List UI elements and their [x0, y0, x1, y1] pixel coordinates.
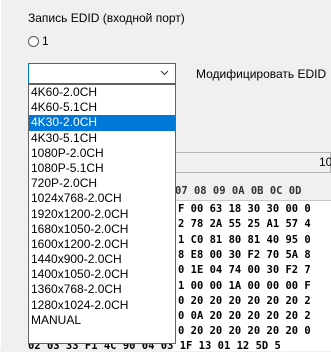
dropdown-option[interactable]: 4K60-5.1CH: [29, 100, 175, 115]
window-edge: [0, 0, 1, 350]
dropdown-option[interactable]: 4K60-2.0CH: [29, 85, 175, 100]
modify-edid-checkbox-label[interactable]: Модифицировать EDID: [196, 67, 326, 81]
hex-grid[interactable]: F 00 63 18 30 30 00 0 2 78 2A 55 25 A1 57…: [170, 200, 331, 351]
dropdown-option[interactable]: 1400x1050-2.0CH: [29, 267, 175, 282]
dropdown-option[interactable]: 1920x1200-2.0CH: [29, 207, 175, 222]
dropdown-option[interactable]: 4K30-5.1CH: [29, 131, 175, 146]
hex-row: 0 20 20 20 20 20 20 0: [178, 325, 311, 338]
dropdown-option[interactable]: 1080P-2.0CH: [29, 146, 175, 161]
edid-preset-combobox[interactable]: [28, 63, 176, 84]
hex-row: 2 78 2A 55 25 A1 57 4: [178, 218, 311, 231]
radio-circle-icon: [28, 35, 39, 47]
dropdown-option[interactable]: 4K30-2.0CH: [29, 115, 175, 131]
edid-preset-dropdown-list[interactable]: 4K60-2.0CH 4K60-5.1CH 4K30-2.0CH 4K30-5.1CH…: [28, 84, 176, 344]
dropdown-option[interactable]: 1280x1024-2.0CH: [29, 298, 175, 313]
hex-row: 0 0A 20 20 20 20 20 2: [178, 310, 311, 323]
hex-column-header: 07 08 09 0A 0B 0C 0D: [175, 185, 302, 197]
hex-row: F 00 63 18 30 30 00 0: [178, 203, 311, 215]
dropdown-option[interactable]: 1360x768-2.0CH: [29, 282, 175, 297]
port-radio-label: 1: [42, 34, 49, 48]
dropdown-option[interactable]: MANUAL: [29, 313, 175, 328]
readout-field[interactable]: [175, 152, 331, 173]
dropdown-option[interactable]: 1680x1050-2.0CH: [29, 222, 175, 237]
dropdown-option[interactable]: 1024x768-2.0CH: [29, 191, 175, 206]
hex-row: 0 20 20 20 20 20 20 2: [178, 294, 311, 307]
dropdown-option[interactable]: 1080P-5.1CH: [29, 161, 175, 176]
hex-row: 1 C0 81 80 81 40 95 0: [178, 233, 311, 246]
hex-row: 8 E8 00 30 F2 70 5A 8: [178, 248, 311, 261]
section-title: Запись EDID (входной порт): [28, 11, 185, 25]
dropdown-option[interactable]: 720P-2.0CH: [29, 176, 175, 191]
dropdown-option[interactable]: 1600x1200-2.0CH: [29, 237, 175, 252]
hex-row: 0 1E 04 74 00 30 F2 7: [178, 264, 311, 277]
dropdown-option[interactable]: 1440x900-2.0CH: [29, 252, 175, 267]
readout-value: 10: [319, 155, 331, 169]
port-radio[interactable]: 1: [28, 34, 49, 48]
chevron-down-icon: [160, 70, 169, 76]
hex-row: 1 00 00 1A 00 00 00 F: [178, 279, 311, 292]
